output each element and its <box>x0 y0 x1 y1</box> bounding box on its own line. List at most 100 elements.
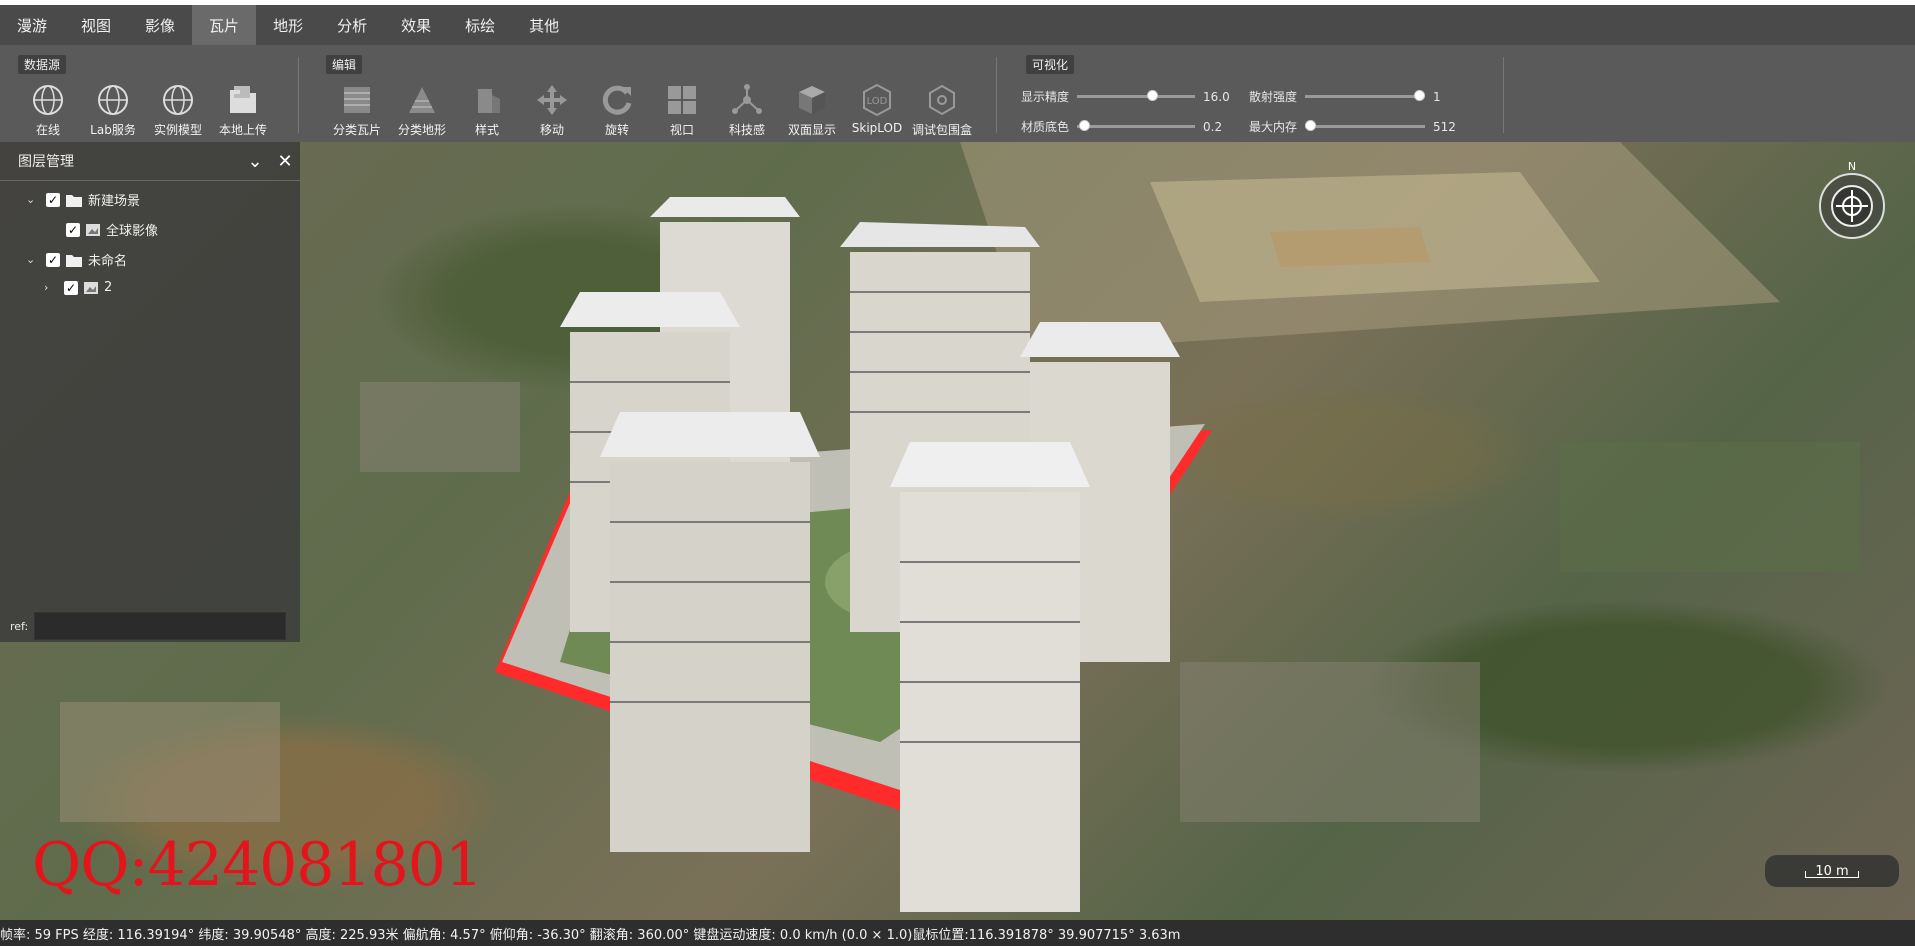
compass-icon: N <box>1819 160 1885 239</box>
double-sided-label: 双面显示 <box>787 123 836 137</box>
classify-terrain-label: 分类地形 <box>397 123 446 137</box>
checkbox[interactable]: ✓ <box>64 280 78 295</box>
slider-track[interactable] <box>1305 90 1426 101</box>
separator <box>1503 57 1504 133</box>
double-sided-button[interactable]: 双面显示 <box>782 81 842 138</box>
collapse-icon[interactable]: ⌄ <box>240 151 270 172</box>
viewport-label: 视口 <box>669 123 694 137</box>
datasource-group-label: 数据源 <box>18 55 67 74</box>
online-label: 在线 <box>35 123 60 137</box>
layer-panel-header: 图层管理 ⌄ ✕ <box>0 142 300 181</box>
layer-panel-title: 图层管理 <box>18 154 74 170</box>
rotate-icon <box>602 85 632 115</box>
menu-terrain[interactable]: 地形 <box>256 5 320 45</box>
classify-tiles-label: 分类瓦片 <box>332 123 381 137</box>
tree-node-label: 2 <box>104 280 113 295</box>
max-memory-value: 512 <box>1433 119 1456 134</box>
separator <box>298 57 299 133</box>
close-icon[interactable]: ✕ <box>270 151 300 172</box>
chevron-down-icon[interactable]: ⌄ <box>26 193 40 206</box>
grid-icon <box>668 86 696 114</box>
terrain-icon <box>409 87 435 113</box>
scale-indicator: 10 m <box>1765 855 1899 887</box>
debug-bbox-button[interactable]: 调试包围盒 <box>912 81 972 138</box>
lod-icon: LOD <box>863 83 891 117</box>
chevron-right-icon[interactable]: › <box>44 281 58 294</box>
tree-node-2[interactable]: › ✓ 2 <box>44 280 112 295</box>
slider-track[interactable] <box>1077 120 1196 131</box>
scale-bar <box>1805 871 1859 878</box>
ref-input[interactable] <box>34 612 287 640</box>
classify-tiles-button[interactable]: 分类瓦片 <box>327 81 387 138</box>
svg-text:LOD: LOD <box>867 96 888 107</box>
slider-thumb[interactable] <box>1079 120 1091 131</box>
layer-manager-panel: 图层管理 ⌄ ✕ ⌄ ✓ 新建场景 ✓ 全球影像 ⌄ ✓ 未命名 › ✓ 2 <box>0 142 300 642</box>
viewport-button[interactable]: 视口 <box>652 81 712 138</box>
style-building-icon <box>478 89 500 113</box>
main-menu-bar: 漫游 视图 影像 瓦片 地形 分析 效果 标绘 其他 <box>0 5 1915 45</box>
visual-group-label: 可视化 <box>1026 55 1075 74</box>
chevron-down-icon[interactable]: ⌄ <box>26 253 40 266</box>
display-precision-slider[interactable]: 显示精度 16.0 <box>1021 88 1230 105</box>
menu-imagery[interactable]: 影像 <box>128 5 192 45</box>
material-base-label: 材质底色 <box>1021 120 1070 134</box>
move-label: 移动 <box>539 123 564 137</box>
move-button[interactable]: 移动 <box>522 81 582 138</box>
slider-track[interactable] <box>1077 90 1196 101</box>
local-upload-label: 本地上传 <box>218 123 267 137</box>
menu-view[interactable]: 视图 <box>64 5 128 45</box>
instance-model-label: 实例模型 <box>153 123 202 137</box>
skiplod-button[interactable]: LOD SkipLOD <box>847 81 907 135</box>
rotate-label: 旋转 <box>604 123 629 137</box>
scatter-intensity-slider[interactable]: 散射强度 1 <box>1249 88 1441 105</box>
style-button[interactable]: 样式 <box>457 81 517 138</box>
image-icon <box>86 223 100 236</box>
display-precision-value: 16.0 <box>1203 89 1230 104</box>
tree-node-label: 新建场景 <box>88 194 141 209</box>
separator <box>996 57 997 133</box>
skiplod-label: SkipLOD <box>851 121 903 135</box>
compass-widget[interactable]: N <box>1817 160 1887 240</box>
folder-icon <box>66 194 82 207</box>
instance-model-button[interactable]: 实例模型 <box>148 81 208 138</box>
local-upload-button[interactable]: 本地上传 <box>213 81 273 138</box>
globe-model-icon <box>163 85 193 115</box>
menu-effects[interactable]: 效果 <box>384 5 448 45</box>
cube-icon <box>799 86 825 114</box>
molecule-icon <box>732 84 762 114</box>
ribbon-toolbar: 数据源 在线 Lab服务 实例模型 本地上传 编辑 分类瓦片 分类地形 样式 移… <box>0 45 1915 142</box>
tech-feel-button[interactable]: 科技感 <box>717 81 777 138</box>
checkbox[interactable]: ✓ <box>46 192 60 207</box>
max-memory-slider[interactable]: 最大内存 512 <box>1249 118 1456 135</box>
status-bar: 帧率: 59 FPS 经度: 116.39194° 纬度: 39.90548° … <box>0 920 1915 946</box>
menu-tiles[interactable]: 瓦片 <box>192 5 257 45</box>
style-label: 样式 <box>474 123 499 137</box>
material-base-slider[interactable]: 材质底色 0.2 <box>1021 118 1222 135</box>
classify-terrain-button[interactable]: 分类地形 <box>392 81 452 138</box>
rotate-button[interactable]: 旋转 <box>587 81 647 138</box>
checkbox[interactable]: ✓ <box>46 252 60 267</box>
slider-track[interactable] <box>1305 120 1426 131</box>
tree-node-new-scene[interactable]: ⌄ ✓ 新建场景 <box>26 190 140 209</box>
online-button[interactable]: 在线 <box>18 81 78 138</box>
move-arrows-icon <box>537 85 567 115</box>
menu-other[interactable]: 其他 <box>512 5 576 45</box>
compass-north-label: N <box>1848 160 1856 173</box>
slider-thumb[interactable] <box>1305 120 1317 131</box>
lab-service-label: Lab服务 <box>90 123 136 137</box>
ref-field-row: ref: <box>10 612 287 640</box>
slider-thumb[interactable] <box>1146 90 1158 101</box>
menu-analysis[interactable]: 分析 <box>320 5 384 45</box>
lab-service-button[interactable]: Lab服务 <box>83 81 143 138</box>
tree-node-unnamed[interactable]: ⌄ ✓ 未命名 <box>26 250 127 269</box>
ref-label: ref: <box>10 619 29 633</box>
checkbox[interactable]: ✓ <box>66 222 80 237</box>
globe-icon <box>33 85 63 115</box>
tree-node-global-imagery[interactable]: ✓ 全球影像 <box>60 220 158 239</box>
slider-thumb[interactable] <box>1414 90 1426 101</box>
menu-roam[interactable]: 漫游 <box>0 5 64 45</box>
tech-feel-label: 科技感 <box>728 123 765 137</box>
bounding-box-icon <box>929 84 955 116</box>
globe-server-icon <box>98 85 128 115</box>
menu-plot[interactable]: 标绘 <box>448 5 512 45</box>
